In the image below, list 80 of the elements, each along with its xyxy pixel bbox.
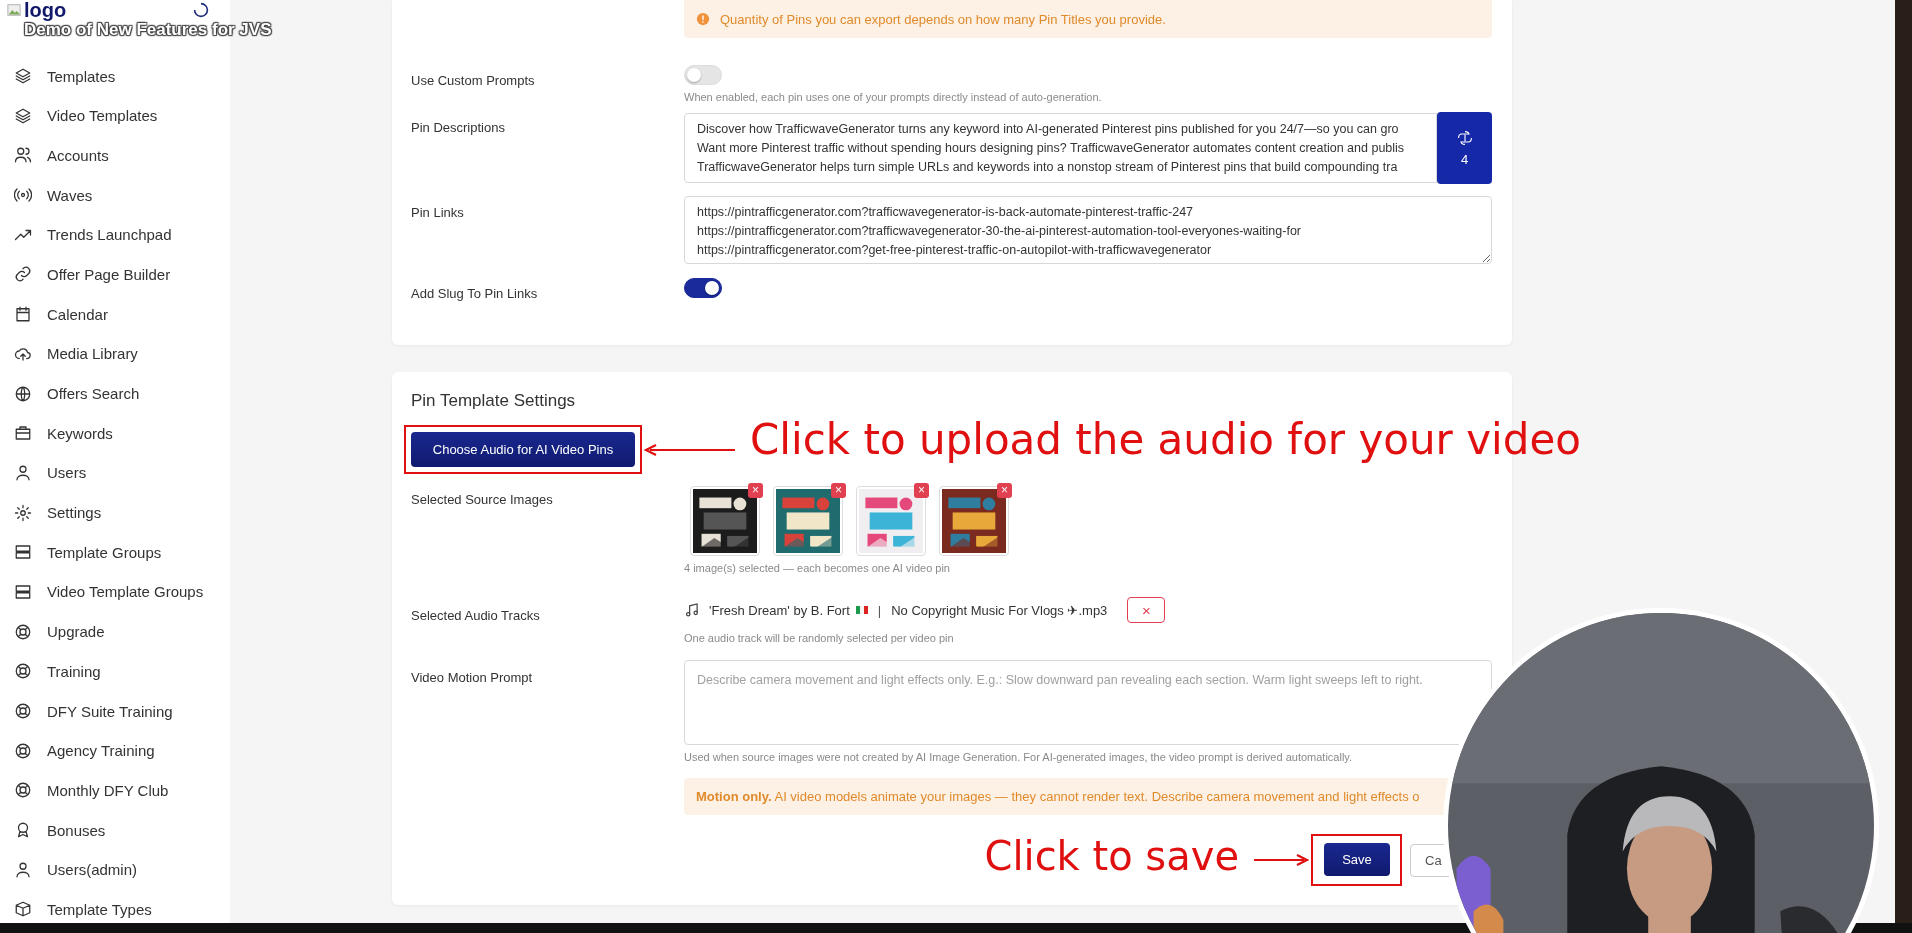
box-icon [14, 900, 32, 919]
field-label: Pin Links [411, 204, 465, 222]
sidebar-item[interactable]: Agency Training [0, 739, 230, 762]
sidebar-item[interactable]: Upgrade [0, 620, 230, 643]
link-icon [14, 265, 32, 284]
calendar-icon [14, 305, 32, 324]
lifebuoy-icon [14, 741, 32, 760]
globe-icon [14, 384, 32, 403]
layers-icon [14, 67, 32, 85]
sidebar-item[interactable]: Waves [0, 184, 230, 207]
info-icon [696, 12, 710, 26]
choose-audio-button[interactable]: Choose Audio for AI Video Pins [411, 432, 635, 467]
ai-generate-button[interactable]: 4 [1437, 112, 1492, 184]
music-note-icon [684, 602, 699, 618]
sidebar-item[interactable]: Users [0, 461, 230, 484]
pin-descriptions-field[interactable]: Discover how TrafficwaveGenerator turns any keyword into AI-generated Pinterest pins published for you 24/7—so you can gro Want more Pinterest traffic without spending hours designing pins? TrafficwaveGenerator automates content creation and publis TrafficwaveGenerator helps turn simple URLs and keywords into a nonstop stream of Pinterest pins that build compounding tra [684, 113, 1437, 183]
user-icon [14, 463, 32, 482]
sidebar-item[interactable]: Bonuses [0, 819, 230, 842]
hint-text: 4 image(s) selected — each becomes one AI video pin [684, 562, 951, 574]
lifebuoy-icon [14, 702, 32, 720]
sidebar-item[interactable]: Training [0, 660, 230, 683]
sidebar-item[interactable]: Keywords [0, 422, 230, 445]
sidebar-item[interactable]: Template Groups [0, 541, 230, 564]
remove-button[interactable]: × [997, 483, 1012, 498]
settings-icon [14, 503, 32, 522]
separator: | [877, 602, 882, 618]
layers-icon [14, 106, 32, 125]
sidebar-item[interactable]: Monthly DFY Club [0, 779, 230, 802]
remove-button[interactable]: × [914, 483, 929, 498]
user-icon [14, 860, 32, 879]
sidebar-item[interactable]: Video Template Groups [0, 580, 230, 603]
notice-text: Quantity of Pins you can export depends on how many Pin Titles you provide. [720, 11, 1166, 27]
section-title: Pin Template Settings [411, 391, 577, 411]
field-label: Pin Descriptions [411, 119, 506, 137]
lifebuoy-icon [14, 662, 32, 681]
lifebuoy-icon [14, 781, 32, 800]
field-label: Selected Source Images [411, 491, 554, 509]
server-icon [14, 543, 32, 562]
field-label: Use Custom Prompts [411, 72, 536, 90]
logo-alt-text: logo [24, 0, 67, 20]
sidebar-item[interactable]: Templates [0, 65, 230, 87]
field-label: Add Slug To Pin Links [411, 285, 539, 301]
notice-text: Motion only. AI video models animate your images — they cannot render text. Describe camera movement and light effects o [696, 789, 1420, 804]
sidebar-item[interactable]: Media Library [0, 342, 230, 365]
sidebar-item[interactable]: Video Templates [0, 104, 230, 127]
broken-image-icon [6, 3, 22, 17]
count-text: 4 [1460, 151, 1469, 167]
server-icon [14, 582, 32, 601]
sidebar-item[interactable]: DFY Suite Training [0, 700, 230, 722]
hint-text: One audio track will be randomly selected per video pin [684, 632, 955, 644]
sidebar-item[interactable]: Template Types [0, 898, 230, 921]
pin-links-field[interactable]: https://pintrafficgenerator.com?trafficwavegenerator-is-back-automate-pinterest-traffic-247 https://pintrafficgenerator.com?trafficwavegenerator-30-the-ai-pinterest-automation-tool-everyones-waiting-for https://pintrafficgenerator.com?get-free-pinterest-traffic-on-autopilot-with-trafficwavegenerator [684, 196, 1492, 264]
hint-text: When enabled, each pin uses one of your prompts directly instead of auto-generation. [684, 91, 1103, 103]
save-button[interactable]: Save [1324, 843, 1390, 876]
remove-button[interactable]: × [748, 483, 763, 498]
sidebar-item[interactable]: Offer Page Builder [0, 263, 230, 286]
annotation-text: Click to save [984, 833, 1239, 879]
track-name: 'Fresh Dream' by B. Fort [709, 602, 850, 618]
field-label: Video Motion Prompt [411, 669, 534, 687]
sidebar-item[interactable]: Calendar [0, 303, 230, 326]
briefcase-icon [14, 424, 32, 443]
sidebar-item[interactable]: Offers Search [0, 382, 230, 405]
users-icon [14, 146, 32, 165]
sidebar-item[interactable]: Accounts [0, 144, 230, 167]
hint-text: Used when source images were not created by AI Image Generation. For AI-generated images, the video prompt is derived automatically. [684, 751, 1354, 763]
spinner-icon [193, 2, 209, 18]
video-title: Demo of New Features for JVS [24, 20, 272, 40]
sidebar-item[interactable]: Users(admin) [0, 858, 230, 881]
arrow-icon [644, 442, 736, 457]
lifebuoy-icon [14, 622, 32, 641]
remove-button[interactable]: × [1127, 597, 1166, 623]
field-label: Selected Audio Tracks [411, 607, 541, 625]
remove-button[interactable]: × [831, 483, 846, 498]
sidebar-item[interactable]: Settings [0, 501, 230, 524]
flag-icon [855, 606, 868, 614]
sidebar-item[interactable]: Trends Launchpad [0, 223, 230, 246]
track-file: No Copyright Music For Vlogs ✈.mp3 [891, 602, 1108, 618]
arrow-icon [1253, 853, 1309, 867]
toggle-switch[interactable] [684, 278, 722, 298]
annotation-text: Click to upload the audio for your video [750, 415, 1581, 464]
